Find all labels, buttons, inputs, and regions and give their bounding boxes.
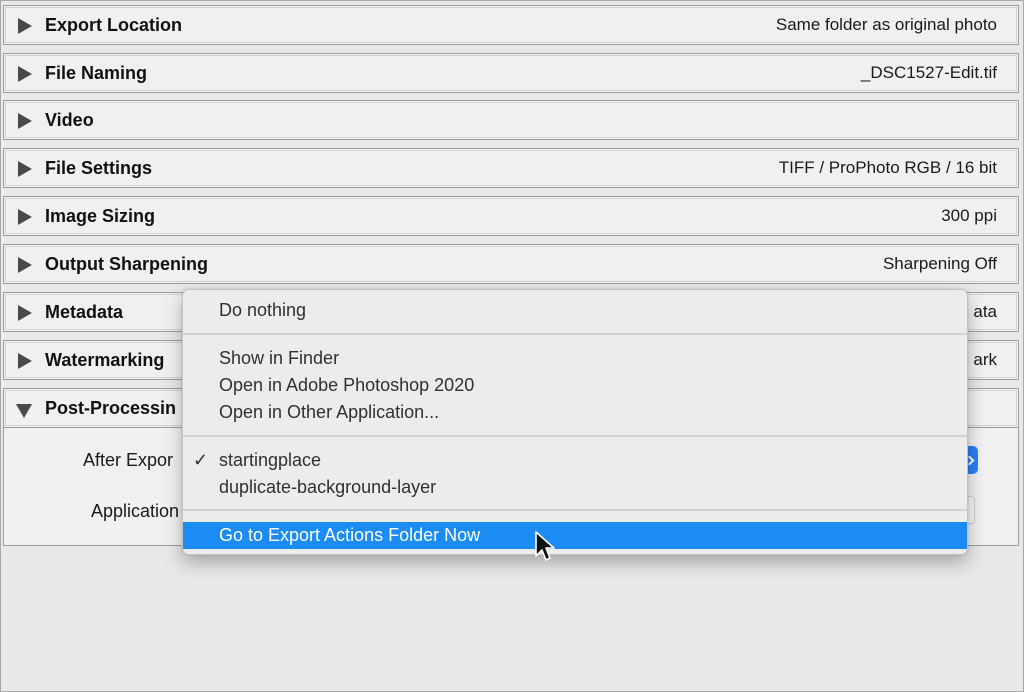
section-summary: _DSC1527-Edit.tif	[860, 63, 997, 82]
section-image-sizing[interactable]: Image Sizing 300 ppi	[3, 196, 1019, 236]
after-export-label: After Expor	[83, 450, 174, 470]
section-summary: TIFF / ProPhoto RGB / 16 bit	[778, 158, 997, 177]
section-summary: ark	[973, 350, 997, 369]
section-title: File Naming	[45, 63, 148, 83]
triangle-right-icon[interactable]	[18, 113, 32, 129]
section-export-location[interactable]: Export Location Same folder as original …	[3, 5, 1019, 45]
section-summary: 300 ppi	[941, 206, 997, 225]
section-title: Export Location	[45, 15, 183, 35]
section-summary: Same folder as original photo	[775, 15, 997, 34]
application-label: Application	[91, 501, 180, 521]
after-export-dropdown-menu: Do nothing Show in Finder Open in Adobe …	[182, 289, 968, 555]
section-video[interactable]: Video	[3, 100, 1019, 140]
menu-item-open-other-application[interactable]: Open in Other Application...	[183, 399, 967, 426]
menu-separator	[183, 509, 967, 511]
section-title: Metadata	[45, 302, 124, 322]
section-title: Watermarking	[45, 350, 165, 370]
section-file-settings[interactable]: File Settings TIFF / ProPhoto RGB / 16 b…	[3, 148, 1019, 188]
triangle-right-icon[interactable]	[18, 257, 32, 273]
menu-item-open-photoshop[interactable]: Open in Adobe Photoshop 2020	[183, 372, 967, 399]
section-title: Video	[45, 110, 94, 130]
menu-separator	[183, 333, 967, 335]
menu-item-duplicate-background-layer[interactable]: duplicate-background-layer	[183, 474, 967, 501]
triangle-right-icon[interactable]	[18, 305, 32, 321]
checkmark-icon: ✓	[193, 450, 209, 470]
mouse-pointer-icon	[535, 531, 555, 561]
section-title: Output Sharpening	[45, 254, 208, 274]
menu-separator	[183, 435, 967, 437]
triangle-right-icon[interactable]	[18, 66, 32, 82]
section-title: Image Sizing	[45, 206, 156, 226]
section-summary: Sharpening Off	[882, 254, 997, 273]
triangle-right-icon[interactable]	[18, 161, 32, 177]
triangle-right-icon[interactable]	[18, 209, 32, 225]
menu-item-do-nothing[interactable]: Do nothing	[183, 297, 967, 324]
section-output-sharpening[interactable]: Output Sharpening Sharpening Off	[3, 244, 1019, 284]
menu-item-go-to-export-actions-folder[interactable]: Go to Export Actions Folder Now	[183, 522, 967, 549]
section-title: File Settings	[45, 158, 153, 178]
section-title: Post-Processin	[45, 398, 177, 418]
triangle-right-icon[interactable]	[18, 18, 32, 34]
triangle-right-icon[interactable]	[18, 353, 32, 369]
section-file-naming[interactable]: File Naming _DSC1527-Edit.tif	[3, 53, 1019, 93]
triangle-down-icon[interactable]	[16, 404, 32, 418]
menu-item-show-in-finder[interactable]: Show in Finder	[183, 345, 967, 372]
menu-item-startingplace[interactable]: ✓ startingplace	[183, 447, 967, 474]
section-summary: ata	[973, 302, 997, 321]
